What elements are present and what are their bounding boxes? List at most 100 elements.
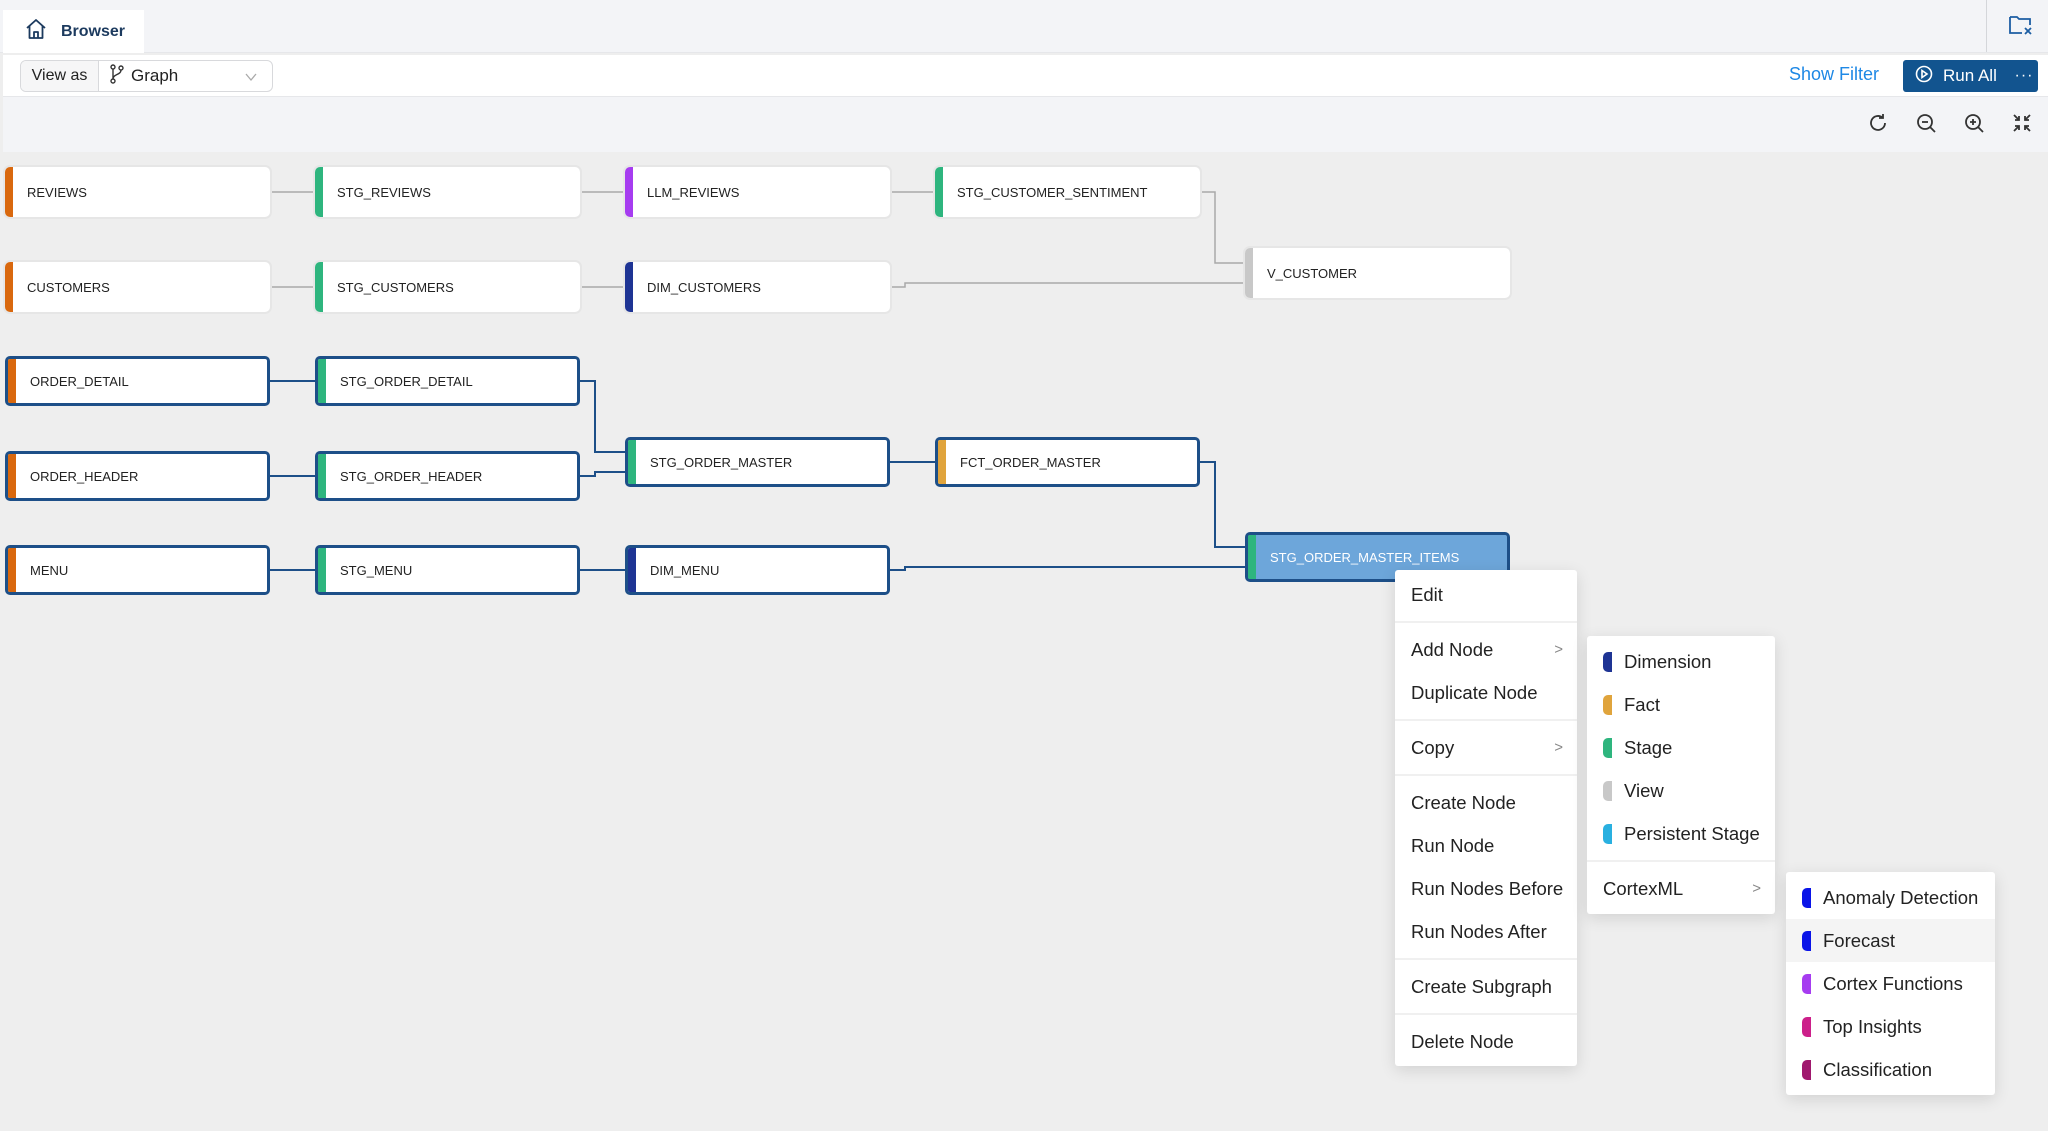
menu-item-create-subgraph[interactable]: Create Subgraph: [1395, 965, 1577, 1008]
node-label: STG_CUSTOMERS: [337, 279, 454, 295]
menu-item-cortexml[interactable]: CortexML >: [1587, 867, 1775, 910]
graph-node-stg-order-detail[interactable]: STG_ORDER_DETAIL: [315, 356, 580, 406]
play-circle-icon: [1915, 65, 1933, 88]
view-as-label: View as: [21, 61, 99, 91]
view-mode-dropdown[interactable]: Graph: [99, 61, 272, 91]
node-type-bar: [625, 262, 633, 312]
graph-node-stg-reviews[interactable]: STG_REVIEWS: [315, 167, 580, 217]
view-as-select[interactable]: View as Graph: [20, 60, 273, 92]
menu-item-anomaly-detection[interactable]: Anomaly Detection: [1786, 876, 1995, 919]
graph-node-stg-order-header[interactable]: STG_ORDER_HEADER: [315, 451, 580, 501]
graph-node-llm-reviews[interactable]: LLM_REVIEWS: [625, 167, 890, 217]
menu-item-label: Stage: [1624, 736, 1673, 758]
menu-item-dimension[interactable]: Dimension: [1587, 640, 1775, 683]
menu-item-copy[interactable]: Copy >: [1395, 726, 1577, 769]
menu-item-edit[interactable]: Edit: [1395, 573, 1577, 616]
chevron-right-icon: >: [1752, 880, 1761, 897]
node-type-swatch: [1802, 1016, 1811, 1037]
menu-item-create-node[interactable]: Create Node: [1395, 781, 1577, 824]
node-type-bar: [625, 167, 633, 217]
node-context-menu: Edit Add Node > Duplicate Node Copy > Create N…: [1395, 570, 1577, 1066]
graph-node-order-header[interactable]: ORDER_HEADER: [5, 451, 270, 501]
menu-item-label: Dimension: [1624, 650, 1712, 672]
menu-item-classification[interactable]: Classification: [1786, 1048, 1995, 1091]
node-type-bar: [628, 548, 636, 592]
edge-stg_customer_sentiment-to-v_customer: [1200, 191, 1245, 264]
menu-item-view[interactable]: View: [1587, 769, 1775, 812]
show-filter-link[interactable]: Show Filter: [1789, 64, 1879, 85]
graph-node-menu[interactable]: MENU: [5, 545, 270, 595]
node-type-bar: [315, 262, 323, 312]
graph-node-stg-customers[interactable]: STG_CUSTOMERS: [315, 262, 580, 312]
menu-item-add-node[interactable]: Add Node >: [1395, 628, 1577, 671]
menu-item-label: Create Subgraph: [1411, 975, 1552, 997]
graph-node-v-customer[interactable]: V_CUSTOMER: [1245, 248, 1510, 298]
tab-browser[interactable]: Browser: [3, 10, 144, 53]
menu-divider: [1395, 774, 1577, 776]
zoom-in-button[interactable]: [1960, 111, 1988, 139]
zoom-out-button[interactable]: [1912, 111, 1940, 139]
menu-item-label: Classification: [1823, 1058, 1932, 1080]
add-node-submenu: Dimension Fact Stage View Persistent Stage Co…: [1587, 636, 1775, 914]
menu-item-duplicate-node[interactable]: Duplicate Node: [1395, 671, 1577, 714]
graph-node-stg-menu[interactable]: STG_MENU: [315, 545, 580, 595]
menu-item-forecast[interactable]: Forecast: [1786, 919, 1995, 962]
menu-item-run-node[interactable]: Run Node: [1395, 824, 1577, 867]
menu-item-label: Top Insights: [1823, 1015, 1922, 1037]
node-type-swatch: [1802, 887, 1811, 908]
node-label: DIM_CUSTOMERS: [647, 279, 761, 295]
run-all-more-button[interactable]: ···: [2010, 60, 2038, 92]
graph-node-dim-menu[interactable]: DIM_MENU: [625, 545, 890, 595]
edge-stg_order_detail-to-stg_order_master: [580, 380, 625, 453]
node-type-bar: [318, 454, 326, 498]
menu-item-label: Duplicate Node: [1411, 681, 1538, 703]
view-mode-value: Graph: [131, 66, 179, 85]
menu-item-persistent-stage[interactable]: Persistent Stage: [1587, 812, 1775, 855]
graph-node-dim-customers[interactable]: DIM_CUSTOMERS: [625, 262, 890, 312]
menu-item-delete-node[interactable]: Delete Node: [1395, 1020, 1577, 1063]
node-type-bar: [318, 359, 326, 403]
node-type-swatch: [1802, 1059, 1811, 1080]
menu-item-fact[interactable]: Fact: [1587, 683, 1775, 726]
edge-dim_customers-to-v_customer: [890, 282, 1245, 288]
menu-item-stage[interactable]: Stage: [1587, 726, 1775, 769]
menu-item-top-insights[interactable]: Top Insights: [1786, 1005, 1995, 1048]
folder-close-button[interactable]: [2006, 12, 2036, 42]
menu-item-cortex-functions[interactable]: Cortex Functions: [1786, 962, 1995, 1005]
node-label: STG_MENU: [340, 562, 413, 578]
graph-node-stg-order-master[interactable]: STG_ORDER_MASTER: [625, 437, 890, 487]
menu-divider: [1395, 1013, 1577, 1015]
run-all-button[interactable]: Run All ···: [1903, 60, 2038, 92]
node-type-bar: [8, 359, 16, 403]
menu-item-run-nodes-after[interactable]: Run Nodes After: [1395, 910, 1577, 953]
graph-node-reviews[interactable]: REVIEWS: [5, 167, 270, 217]
menu-item-label: Anomaly Detection: [1823, 886, 1979, 908]
node-type-bar: [315, 167, 323, 217]
divider: [1986, 0, 1987, 52]
node-type-swatch: [1603, 780, 1612, 801]
menu-item-label: Copy: [1411, 736, 1455, 758]
node-label: STG_ORDER_DETAIL: [340, 373, 473, 389]
graph-node-fct-order-master[interactable]: FCT_ORDER_MASTER: [935, 437, 1200, 487]
menu-item-label: Run Nodes Before: [1411, 877, 1564, 899]
node-label: ORDER_DETAIL: [30, 373, 129, 389]
home-icon: [25, 18, 47, 45]
zoom-out-icon: [1915, 112, 1937, 139]
tab-label: Browser: [61, 22, 126, 40]
chevron-right-icon: >: [1554, 739, 1563, 756]
node-type-bar: [938, 440, 946, 484]
graph-node-customers[interactable]: CUSTOMERS: [5, 262, 270, 312]
node-type-swatch: [1603, 737, 1612, 758]
menu-item-label: Fact: [1624, 693, 1660, 715]
edge-dim_menu-to-stg_order_master_items: [890, 566, 1245, 571]
menu-item-label: View: [1624, 779, 1664, 801]
menu-item-label: Persistent Stage: [1624, 822, 1760, 844]
node-label: ORDER_HEADER: [30, 468, 139, 484]
graph-node-order-detail[interactable]: ORDER_DETAIL: [5, 356, 270, 406]
fit-screen-button[interactable]: [2008, 111, 2036, 139]
graph-node-stg-customer-sentiment[interactable]: STG_CUSTOMER_SENTIMENT: [935, 167, 1200, 217]
node-label: CUSTOMERS: [27, 279, 110, 295]
menu-item-label: Edit: [1411, 583, 1443, 605]
refresh-button[interactable]: [1864, 111, 1892, 139]
menu-item-run-nodes-before[interactable]: Run Nodes Before: [1395, 867, 1577, 910]
